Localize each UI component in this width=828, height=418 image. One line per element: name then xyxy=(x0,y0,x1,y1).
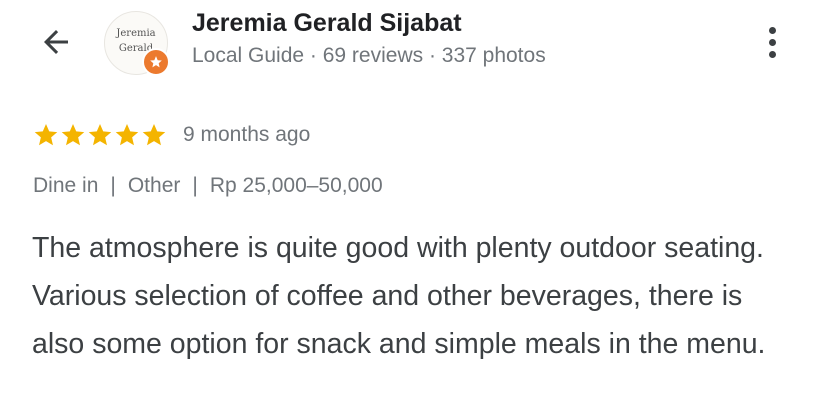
review-time: 9 months ago xyxy=(183,123,311,146)
attribute-meal-type: Other xyxy=(127,174,181,197)
more-vertical-icon-dot xyxy=(768,50,776,58)
review-attributes: Dine in | Other | Rp 25,000–50,000 xyxy=(33,174,383,198)
star-rating xyxy=(33,122,167,148)
attribute-separator: | xyxy=(110,174,116,197)
arrow-left-icon xyxy=(44,30,68,54)
star-icon xyxy=(142,123,166,146)
star-icon xyxy=(61,123,85,146)
reviewer-name[interactable]: Jeremia Gerald Sijabat xyxy=(192,9,462,38)
attribute-service: Dine in xyxy=(33,174,99,197)
avatar-line1: Jeremia xyxy=(116,28,156,39)
more-vertical-icon-dot xyxy=(768,38,776,46)
reviewer-meta: Local Guide · 69 reviews · 337 photos xyxy=(192,44,546,67)
attribute-separator: | xyxy=(192,174,198,197)
local-guide-badge xyxy=(142,48,170,76)
more-vertical-icon xyxy=(768,26,776,34)
star-icon xyxy=(115,123,139,146)
attribute-price-range: Rp 25,000–50,000 xyxy=(209,174,383,197)
star-icon xyxy=(34,123,58,146)
local-guide-star-icon xyxy=(150,56,162,68)
avatar[interactable]: Jeremia Gerald xyxy=(104,11,170,76)
rating-row: 9 months ago xyxy=(33,120,310,150)
review-text: The atmosphere is quite good with plenty… xyxy=(32,232,766,360)
back-button[interactable] xyxy=(36,22,76,62)
star-icon xyxy=(88,123,112,146)
more-options-button[interactable] xyxy=(752,20,792,64)
review-header: Jeremia Gerald Jeremia Gerald Sijabat Lo… xyxy=(0,0,828,90)
